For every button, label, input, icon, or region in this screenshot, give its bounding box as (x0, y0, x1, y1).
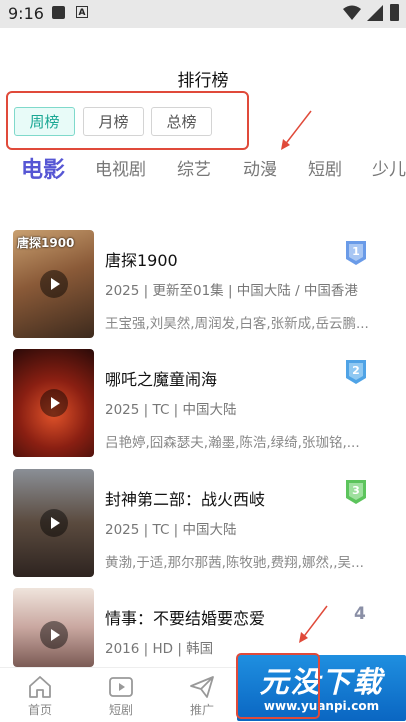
rank-number: 2 (352, 364, 360, 377)
item-meta: 2025 | TC | 中国大陆 (105, 402, 237, 418)
category-kids[interactable]: 少儿 (372, 155, 406, 180)
item-title[interactable]: 封神第二部：战火西岐 (105, 486, 265, 510)
item-cast: 吕艳婷,囧森瑟夫,瀚墨,陈浩,绿绮,张珈铭,... (105, 435, 360, 451)
item-cast: 王宝强,刘昊然,周润发,白客,张新成,岳云鹏... (105, 316, 369, 332)
status-bar: 9:16 A (0, 0, 406, 28)
category-tv[interactable]: 电视剧 (95, 155, 146, 180)
nav-short-drama[interactable]: 短剧 (86, 668, 156, 722)
poster-image[interactable] (13, 588, 94, 667)
rank-number: 1 (352, 245, 360, 258)
paper-plane-icon (190, 676, 214, 698)
play-icon[interactable] (39, 389, 68, 417)
page-title: 排行榜 (177, 71, 229, 91)
nav-home[interactable]: 首页 (5, 668, 75, 722)
rank-badge-icon: 1 (345, 241, 367, 265)
tab-total[interactable]: 总榜 (151, 107, 212, 136)
rank-number: 4 (354, 604, 366, 624)
nav-highlight-box (236, 653, 320, 719)
poster-image[interactable]: 唐探1900 (13, 230, 94, 338)
item-cast: 黄渤,于适,那尔那茜,陈牧驰,费翔,娜然,,吴... (105, 555, 364, 571)
annotation-arrow (299, 605, 328, 643)
item-meta: 2025 | 更新至01集 | 中国大陆 / 中国香港 (105, 283, 358, 299)
list-item[interactable]: 哪吒之魔童闹海 2025 | TC | 中国大陆 吕艳婷,囧森瑟夫,瀚墨,陈浩,… (0, 349, 406, 459)
status-time: 9:16 (8, 4, 44, 23)
battery-icon (390, 4, 399, 21)
rank-badge-icon: 2 (345, 360, 367, 384)
signal-icon (367, 5, 383, 21)
rank-number: 3 (352, 484, 360, 497)
poster-image[interactable] (13, 349, 94, 457)
a-icon: A (76, 6, 88, 18)
play-icon[interactable] (39, 621, 68, 650)
rank-badge-icon: 3 (345, 480, 367, 504)
category-variety[interactable]: 综艺 (177, 155, 211, 180)
nav-home-label: 首页 (27, 703, 52, 717)
item-title[interactable]: 唐探1900 (105, 247, 178, 271)
item-title[interactable]: 情事：不要结婚要恋爱 (105, 605, 265, 629)
play-icon[interactable] (39, 509, 68, 537)
home-icon (29, 676, 51, 698)
item-title[interactable]: 哪吒之魔童闹海 (105, 366, 217, 390)
category-movie[interactable]: 电影 (21, 152, 65, 184)
tab-weekly[interactable]: 周榜 (14, 107, 75, 136)
wifi-icon (343, 5, 361, 20)
category-short[interactable]: 短剧 (308, 155, 342, 180)
item-meta: 2025 | TC | 中国大陆 (105, 522, 237, 538)
tab-monthly[interactable]: 月榜 (83, 107, 144, 136)
nav-promote-label: 推广 (189, 703, 214, 717)
nav-promote[interactable]: 推广 (167, 668, 237, 722)
list-item[interactable]: 唐探1900 唐探1900 2025 | 更新至01集 | 中国大陆 / 中国香… (0, 230, 406, 340)
play-icon[interactable] (39, 270, 68, 298)
list-item[interactable]: 封神第二部：战火西岐 2025 | TC | 中国大陆 黄渤,于适,那尔那茜,陈… (0, 469, 406, 579)
play-square-icon (109, 677, 133, 697)
item-meta: 2016 | HD | 韩国 (105, 641, 214, 657)
poster-title: 唐探1900 (17, 236, 75, 250)
notification-icon (52, 6, 65, 19)
category-anime[interactable]: 动漫 (243, 155, 277, 180)
annotation-arrow (281, 110, 312, 150)
poster-image[interactable] (13, 469, 94, 577)
nav-short-drama-label: 短剧 (108, 703, 133, 717)
